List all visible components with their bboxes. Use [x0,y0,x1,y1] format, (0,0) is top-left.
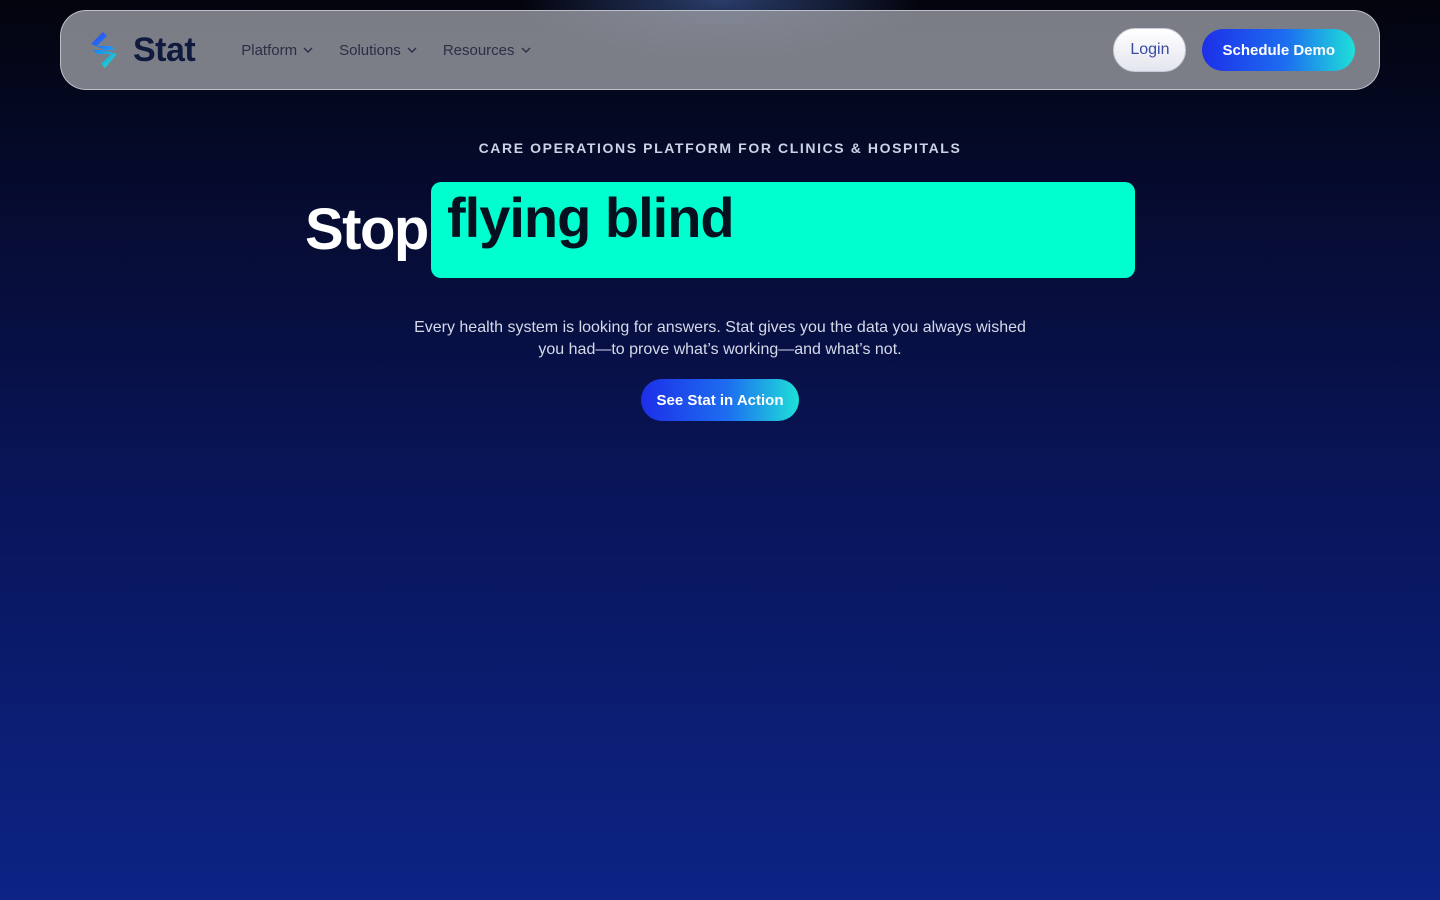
headline-prefix: Stop [305,197,429,262]
chevron-down-icon [407,47,417,53]
nav-item-label: Solutions [339,41,401,59]
nav-links: Platform Solutions Resources [241,42,531,59]
nav-item-resources[interactable]: Resources [443,42,531,59]
headline-highlight: flying blind [447,186,735,249]
stat-logo-icon [91,32,117,68]
brand-logo[interactable]: Stat [85,28,196,72]
see-stat-in-action-button[interactable]: See Stat in Action [641,379,799,421]
nav-item-label: Resources [442,41,515,59]
hero-eyebrow: CARE OPERATIONS PLATFORM FOR CLINICS & H… [478,140,962,156]
chevron-down-icon [521,47,531,53]
schedule-demo-button[interactable]: Schedule Demo [1202,29,1355,71]
nav-item-platform[interactable]: Platform [241,42,313,59]
top-navbar: Stat Platform Solutions Resources Login … [60,10,1380,90]
login-button[interactable]: Login [1113,28,1187,72]
hero-subtext: Every health system is looking for answe… [414,319,1026,358]
brand-name: Stat [133,30,196,69]
chevron-down-icon [303,47,313,53]
nav-item-label: Platform [241,41,298,59]
headline-highlight-box: flying blind [431,182,1135,278]
nav-item-solutions[interactable]: Solutions [339,42,417,59]
